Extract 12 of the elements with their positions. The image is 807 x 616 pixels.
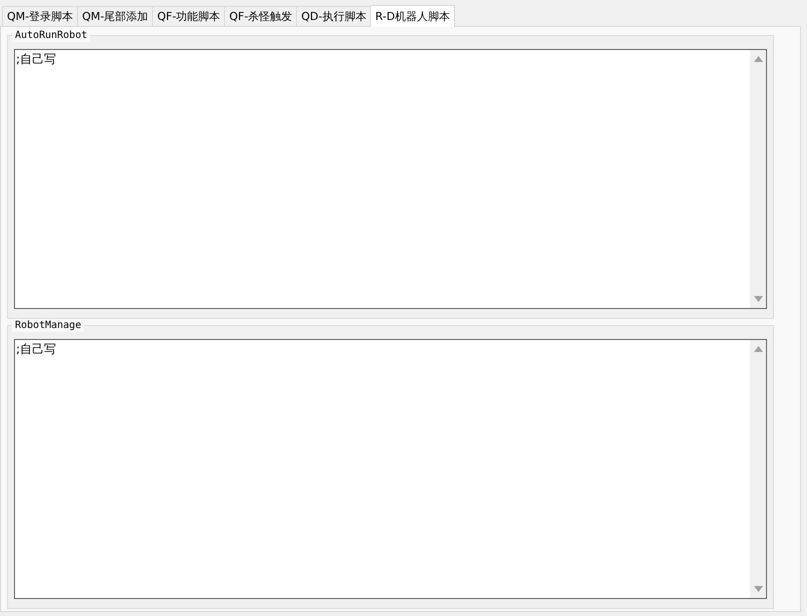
scrollbar[interactable]: [750, 50, 766, 308]
script-editor[interactable]: ;自己写: [14, 49, 767, 309]
group-title: AutoRunRobot: [12, 30, 90, 42]
group-title: RobotManage: [12, 320, 84, 332]
scroll-down-icon[interactable]: [754, 586, 762, 592]
scroll-up-icon[interactable]: [754, 56, 762, 62]
scroll-down-icon[interactable]: [754, 296, 762, 302]
tab[interactable]: R-D机器人脚本: [370, 5, 455, 27]
scroll-up-icon[interactable]: [754, 346, 762, 352]
scrollbar[interactable]: [750, 340, 766, 598]
tab[interactable]: QM-登录脚本: [2, 6, 78, 26]
script-editor[interactable]: ;自己写: [14, 339, 767, 599]
